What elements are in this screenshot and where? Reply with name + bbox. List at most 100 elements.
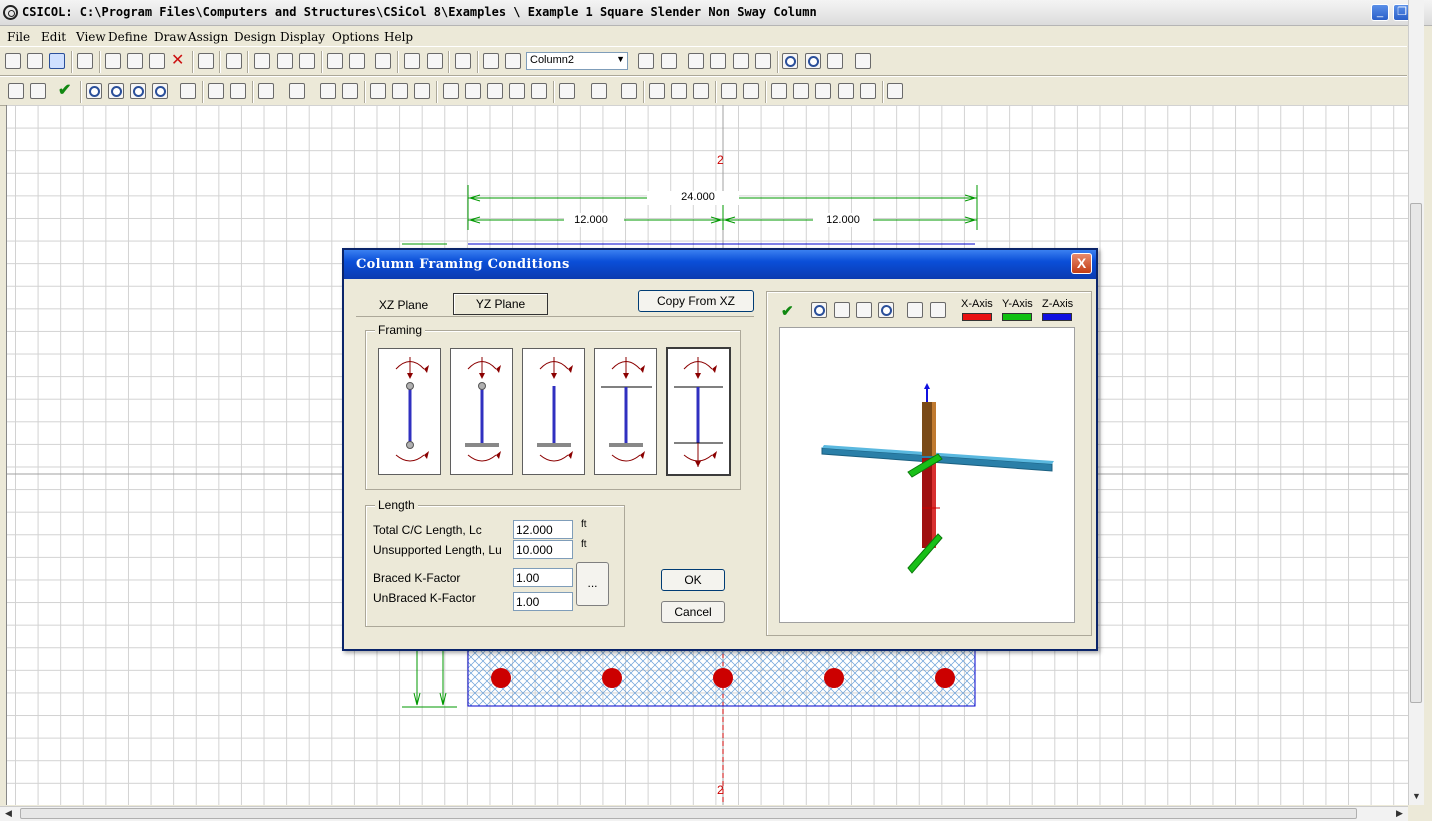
shape-t-gray2-icon[interactable] <box>505 53 521 69</box>
tab-yz-plane[interactable]: YZ Plane <box>453 293 548 315</box>
section-icon-2[interactable] <box>277 53 293 69</box>
snap-icon[interactable] <box>559 83 575 99</box>
menu-options[interactable]: Options <box>332 30 379 44</box>
section-combo[interactable]: Column2 ▼ <box>526 52 628 70</box>
pan-icon[interactable] <box>856 302 872 318</box>
minimize-button[interactable]: _ <box>1371 4 1389 21</box>
save-icon[interactable] <box>49 53 65 69</box>
menu-help[interactable]: Help <box>384 30 413 44</box>
table-icon[interactable] <box>661 53 677 69</box>
menu-view[interactable]: View <box>76 30 106 44</box>
draw-line-icon[interactable] <box>320 83 336 99</box>
fit-icon[interactable] <box>838 83 854 99</box>
shape-d-icon[interactable] <box>509 83 525 99</box>
calc-icon[interactable] <box>638 53 654 69</box>
unbraced-k-input[interactable] <box>513 592 573 611</box>
tee-blue2-icon[interactable] <box>693 83 709 99</box>
menu-draw[interactable]: Draw <box>154 30 187 44</box>
flip-icon[interactable] <box>226 53 242 69</box>
k-factor-ellipsis-button[interactable]: ... <box>576 562 609 606</box>
menu-file[interactable]: File <box>7 30 30 44</box>
menu-design[interactable]: Design <box>234 30 276 44</box>
book-icon[interactable] <box>855 53 871 69</box>
scroll-down-icon[interactable]: ▼ <box>1412 791 1421 801</box>
zoom-all-icon[interactable] <box>86 83 102 99</box>
fit-left-icon[interactable] <box>860 83 876 99</box>
braced-k-input[interactable] <box>513 568 573 587</box>
report-icon[interactable] <box>827 53 843 69</box>
zoom-icon[interactable] <box>782 53 798 69</box>
rebar-icon[interactable] <box>375 53 391 69</box>
ok-button[interactable]: OK <box>661 569 725 591</box>
axis-icon[interactable] <box>688 53 704 69</box>
pointer-icon[interactable] <box>8 83 24 99</box>
tee-blue-icon[interactable] <box>671 83 687 99</box>
chart-icon[interactable] <box>755 53 771 69</box>
layer2-icon[interactable] <box>743 83 759 99</box>
tab-xz-plane[interactable]: XZ Plane <box>356 295 451 317</box>
scroll-right-icon[interactable]: ▶ <box>1396 808 1403 819</box>
section-icon-3[interactable] <box>299 53 315 69</box>
framing-option-beam-fixed[interactable] <box>594 348 657 475</box>
delete-icon[interactable]: ✕ <box>171 53 187 69</box>
shape-b-icon[interactable] <box>465 83 481 99</box>
paste-icon[interactable] <box>149 53 165 69</box>
menu-assign[interactable]: Assign <box>188 30 228 44</box>
grid-fill-icon[interactable] <box>815 83 831 99</box>
preview-3d-canvas[interactable] <box>779 327 1075 623</box>
close-button[interactable]: X <box>1071 253 1092 274</box>
scroll-left-icon[interactable]: ◀ <box>5 808 12 819</box>
undo-icon[interactable] <box>198 53 214 69</box>
check-icon[interactable]: ✔ <box>781 302 794 320</box>
grid-icon[interactable] <box>771 83 787 99</box>
rotate-alt-icon[interactable] <box>230 83 246 99</box>
section-icon-1[interactable] <box>254 53 270 69</box>
new-file-icon[interactable] <box>5 53 21 69</box>
menu-display[interactable]: Display <box>280 30 325 44</box>
snap-options-icon[interactable] <box>591 83 607 99</box>
move-icon[interactable] <box>404 53 420 69</box>
shape-t-icon[interactable] <box>327 53 343 69</box>
shape-c-icon[interactable] <box>487 83 503 99</box>
copy-icon[interactable] <box>930 302 946 318</box>
horizontal-scroll-thumb[interactable] <box>20 808 1357 819</box>
zoom-out-icon[interactable] <box>878 302 894 318</box>
shape-e-icon[interactable] <box>531 83 547 99</box>
unsupported-length-input[interactable] <box>513 540 573 559</box>
rotate-icon[interactable] <box>208 83 224 99</box>
open-folder-icon[interactable] <box>27 53 43 69</box>
add-section-icon[interactable] <box>289 83 305 99</box>
menu-edit[interactable]: Edit <box>41 30 66 44</box>
zoom-out-icon[interactable] <box>152 83 168 99</box>
shape-t-gray-icon[interactable] <box>483 53 499 69</box>
add-shape-icon[interactable] <box>258 83 274 99</box>
export-icon[interactable] <box>887 83 903 99</box>
zoom-window-icon[interactable] <box>805 53 821 69</box>
layer-icon[interactable] <box>721 83 737 99</box>
framing-option-pinned-fixed[interactable] <box>450 348 513 475</box>
xy-icon[interactable] <box>621 83 637 99</box>
select-box-icon[interactable] <box>455 53 471 69</box>
zoom-icon[interactable] <box>811 302 827 318</box>
reshape-pointer-icon[interactable] <box>30 83 46 99</box>
camera-icon[interactable] <box>834 302 850 318</box>
vertical-scroll-thumb[interactable] <box>1410 203 1422 703</box>
draw-circle-icon[interactable] <box>370 83 386 99</box>
shape-a-icon[interactable] <box>443 83 459 99</box>
framing-option-beam-beam[interactable] <box>666 347 731 476</box>
curve-icon[interactable] <box>733 53 749 69</box>
total-length-input[interactable] <box>513 520 573 539</box>
draw-rect-icon[interactable] <box>342 83 358 99</box>
cut-icon[interactable] <box>105 53 121 69</box>
shape-l-icon[interactable] <box>349 53 365 69</box>
check-icon[interactable]: ✔ <box>58 83 74 99</box>
surface-icon[interactable] <box>710 53 726 69</box>
copy-icon[interactable] <box>127 53 143 69</box>
tee-icon[interactable] <box>649 83 665 99</box>
framing-option-free-fixed[interactable] <box>522 348 585 475</box>
menu-define[interactable]: Define <box>108 30 148 44</box>
pan-icon[interactable] <box>180 83 196 99</box>
draw-poly-icon[interactable] <box>392 83 408 99</box>
cancel-button[interactable]: Cancel <box>661 601 725 623</box>
zoom-in-icon[interactable] <box>130 83 146 99</box>
